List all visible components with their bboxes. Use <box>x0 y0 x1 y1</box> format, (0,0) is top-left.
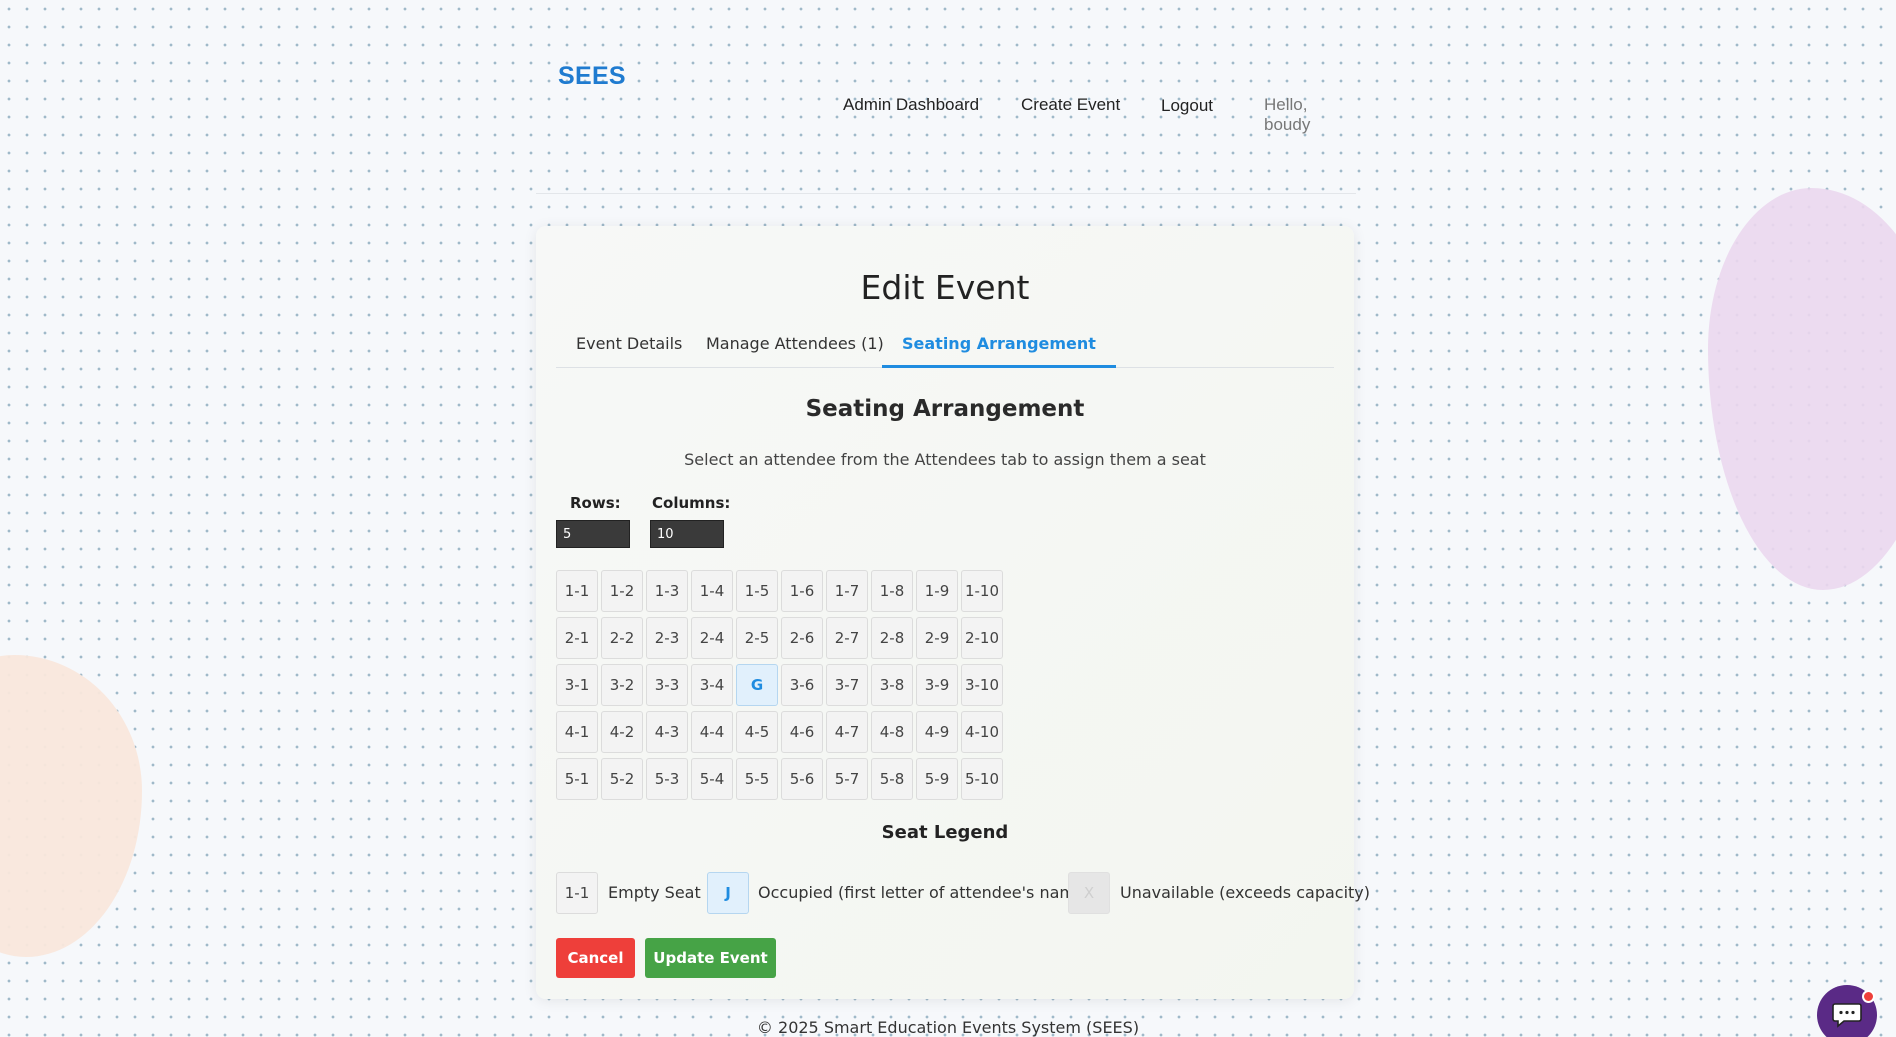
header-divider <box>536 193 1356 194</box>
seat-3-1[interactable]: 3-1 <box>556 664 598 706</box>
seat-1-5[interactable]: 1-5 <box>736 570 778 612</box>
legend-occupied-seat-sample: J <box>707 872 749 914</box>
seat-3-9[interactable]: 3-9 <box>916 664 958 706</box>
seat-1-9[interactable]: 1-9 <box>916 570 958 612</box>
seat-5-4[interactable]: 5-4 <box>691 758 733 800</box>
site-logo[interactable]: SEES <box>558 62 626 91</box>
seat-5-1[interactable]: 5-1 <box>556 758 598 800</box>
cancel-button[interactable]: Cancel <box>556 938 635 978</box>
seat-3-5[interactable]: G <box>736 664 778 706</box>
page-title: Edit Event <box>860 268 1030 307</box>
seat-5-6[interactable]: 5-6 <box>781 758 823 800</box>
legend-title: Seat Legend <box>881 822 1009 843</box>
seat-3-10[interactable]: 3-10 <box>961 664 1003 706</box>
seat-5-3[interactable]: 5-3 <box>646 758 688 800</box>
seat-1-3[interactable]: 1-3 <box>646 570 688 612</box>
seat-1-6[interactable]: 1-6 <box>781 570 823 612</box>
seat-4-2[interactable]: 4-2 <box>601 711 643 753</box>
seat-3-2[interactable]: 3-2 <box>601 664 643 706</box>
seat-5-8[interactable]: 5-8 <box>871 758 913 800</box>
legend-unavailable-seat-sample: X <box>1068 872 1110 914</box>
seat-5-7[interactable]: 5-7 <box>826 758 868 800</box>
tab-bar: Event Details Manage Attendees (1) Seati… <box>556 334 1334 368</box>
rows-input[interactable] <box>556 520 630 548</box>
page-footer: © 2025 Smart Education Events System (SE… <box>756 1018 1140 1037</box>
tab-seating-arrangement[interactable]: Seating Arrangement <box>882 334 1116 368</box>
seat-5-10[interactable]: 5-10 <box>961 758 1003 800</box>
tab-manage-attendees[interactable]: Manage Attendees (1) <box>686 334 904 368</box>
seat-1-4[interactable]: 1-4 <box>691 570 733 612</box>
seat-2-1[interactable]: 2-1 <box>556 617 598 659</box>
seat-4-6[interactable]: 4-6 <box>781 711 823 753</box>
edit-event-card: Edit Event Event Details Manage Attendee… <box>536 226 1370 999</box>
seat-3-7[interactable]: 3-7 <box>826 664 868 706</box>
legend-occupied-label: Occupied (first letter of attendee's nam… <box>758 883 1092 902</box>
seat-4-8[interactable]: 4-8 <box>871 711 913 753</box>
site-header: SEES Admin Dashboard Create Event Logout… <box>536 45 1356 195</box>
seat-5-5[interactable]: 5-5 <box>736 758 778 800</box>
update-event-button[interactable]: Update Event <box>645 938 776 978</box>
seat-5-2[interactable]: 5-2 <box>601 758 643 800</box>
seat-2-6[interactable]: 2-6 <box>781 617 823 659</box>
seat-4-7[interactable]: 4-7 <box>826 711 868 753</box>
legend-unavailable-label: Unavailable (exceeds capacity) <box>1120 883 1370 902</box>
seat-2-2[interactable]: 2-2 <box>601 617 643 659</box>
seat-2-7[interactable]: 2-7 <box>826 617 868 659</box>
columns-input[interactable] <box>650 520 724 548</box>
seat-1-2[interactable]: 1-2 <box>601 570 643 612</box>
seat-4-10[interactable]: 4-10 <box>961 711 1003 753</box>
rows-label: Rows: <box>570 494 621 512</box>
seat-2-4[interactable]: 2-4 <box>691 617 733 659</box>
seat-3-6[interactable]: 3-6 <box>781 664 823 706</box>
seat-2-8[interactable]: 2-8 <box>871 617 913 659</box>
decorative-blob-pink <box>1708 188 1896 590</box>
seat-5-9[interactable]: 5-9 <box>916 758 958 800</box>
decorative-blob-peach <box>0 655 142 957</box>
seat-1-1[interactable]: 1-1 <box>556 570 598 612</box>
seating-instruction: Select an attendee from the Attendees ta… <box>684 450 1206 469</box>
user-greeting: Hello, boudy <box>1264 95 1311 134</box>
chat-button[interactable] <box>1817 985 1877 1037</box>
seat-3-3[interactable]: 3-3 <box>646 664 688 706</box>
seat-3-8[interactable]: 3-8 <box>871 664 913 706</box>
legend-empty-seat-sample: 1-1 <box>556 872 598 914</box>
tab-event-details[interactable]: Event Details <box>556 334 702 368</box>
columns-label: Columns: <box>652 494 731 512</box>
seat-2-3[interactable]: 2-3 <box>646 617 688 659</box>
seat-2-9[interactable]: 2-9 <box>916 617 958 659</box>
seat-4-4[interactable]: 4-4 <box>691 711 733 753</box>
nav-admin-dashboard[interactable]: Admin Dashboard <box>843 95 979 115</box>
nav-logout[interactable]: Logout <box>1161 96 1213 116</box>
seat-4-3[interactable]: 4-3 <box>646 711 688 753</box>
chat-bubble-icon <box>1832 1003 1862 1028</box>
nav-create-event[interactable]: Create Event <box>1021 95 1120 115</box>
seat-4-5[interactable]: 4-5 <box>736 711 778 753</box>
seat-1-8[interactable]: 1-8 <box>871 570 913 612</box>
section-title: Seating Arrangement <box>805 396 1085 422</box>
seat-3-4[interactable]: 3-4 <box>691 664 733 706</box>
seat-2-10[interactable]: 2-10 <box>961 617 1003 659</box>
seat-4-1[interactable]: 4-1 <box>556 711 598 753</box>
seat-4-9[interactable]: 4-9 <box>916 711 958 753</box>
seat-1-7[interactable]: 1-7 <box>826 570 868 612</box>
notification-dot <box>1862 990 1875 1003</box>
seat-2-5[interactable]: 2-5 <box>736 617 778 659</box>
legend-empty-label: Empty Seat <box>608 883 701 902</box>
seat-1-10[interactable]: 1-10 <box>961 570 1003 612</box>
